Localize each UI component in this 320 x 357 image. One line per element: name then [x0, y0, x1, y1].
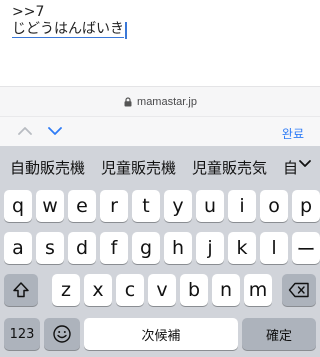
key-r[interactable]: r: [100, 190, 128, 222]
url-domain: mamastar.jp: [137, 95, 197, 108]
expand-candidates-chevron-down-icon[interactable]: [298, 158, 312, 170]
key-n[interactable]: n: [212, 274, 240, 306]
key-k[interactable]: k: [228, 232, 256, 264]
key-a[interactable]: a: [4, 232, 32, 264]
key-q[interactable]: q: [4, 190, 32, 222]
key-e[interactable]: e: [68, 190, 96, 222]
delete-key[interactable]: [282, 274, 316, 306]
key-h[interactable]: h: [164, 232, 192, 264]
numbers-key[interactable]: 123: [4, 318, 40, 350]
keyboard: 自動販売機 児童販売機 児童販売気 自 q w e r t y u i o p …: [0, 146, 320, 357]
key-i[interactable]: i: [228, 190, 256, 222]
done-button[interactable]: 완료: [282, 125, 304, 142]
text-caret: [125, 22, 127, 39]
key-long-vowel[interactable]: ー: [292, 232, 320, 264]
key-d[interactable]: d: [68, 232, 96, 264]
key-f[interactable]: f: [100, 232, 128, 264]
key-s[interactable]: s: [36, 232, 64, 264]
key-u[interactable]: u: [196, 190, 224, 222]
candidate-item[interactable]: 児童販売気: [184, 157, 275, 178]
candidate-item[interactable]: 自動販売機: [0, 157, 93, 178]
key-v[interactable]: v: [148, 274, 176, 306]
key-x[interactable]: x: [84, 274, 112, 306]
keyboard-accessory-bar: 완료: [0, 116, 320, 146]
key-m[interactable]: m: [244, 274, 272, 306]
key-l[interactable]: l: [260, 232, 288, 264]
key-b[interactable]: b: [180, 274, 208, 306]
key-y[interactable]: y: [164, 190, 192, 222]
emoji-key[interactable]: [44, 318, 80, 350]
reply-textarea[interactable]: >>7 じどうはんばいき: [0, 0, 320, 86]
next-field-chevron-down-icon[interactable]: [47, 124, 63, 138]
candidate-bar: 自動販売機 児童販売機 児童販売気 自: [0, 146, 320, 188]
key-g[interactable]: g: [132, 232, 160, 264]
lock-icon: [124, 96, 132, 106]
key-z[interactable]: z: [52, 274, 80, 306]
key-p[interactable]: p: [292, 190, 320, 222]
url-bar[interactable]: mamastar.jp: [0, 86, 320, 116]
key-o[interactable]: o: [260, 190, 288, 222]
backspace-icon: [288, 282, 309, 298]
key-t[interactable]: t: [132, 190, 160, 222]
key-w[interactable]: w: [36, 190, 64, 222]
next-candidate-space-key[interactable]: 次候補: [84, 318, 238, 350]
key-c[interactable]: c: [116, 274, 144, 306]
marked-text: じどうはんばいき: [12, 21, 124, 38]
confirm-key[interactable]: 確定: [242, 318, 316, 350]
shift-icon: [13, 282, 29, 298]
shift-key[interactable]: [4, 274, 38, 306]
quote-reference: >>7: [12, 4, 45, 20]
emoji-smiley-icon: [53, 325, 71, 343]
key-j[interactable]: j: [196, 232, 224, 264]
previous-field-chevron-up-icon[interactable]: [17, 124, 33, 138]
composing-text: じどうはんばいき: [12, 21, 127, 39]
candidate-item[interactable]: 児童販売機: [93, 157, 184, 178]
